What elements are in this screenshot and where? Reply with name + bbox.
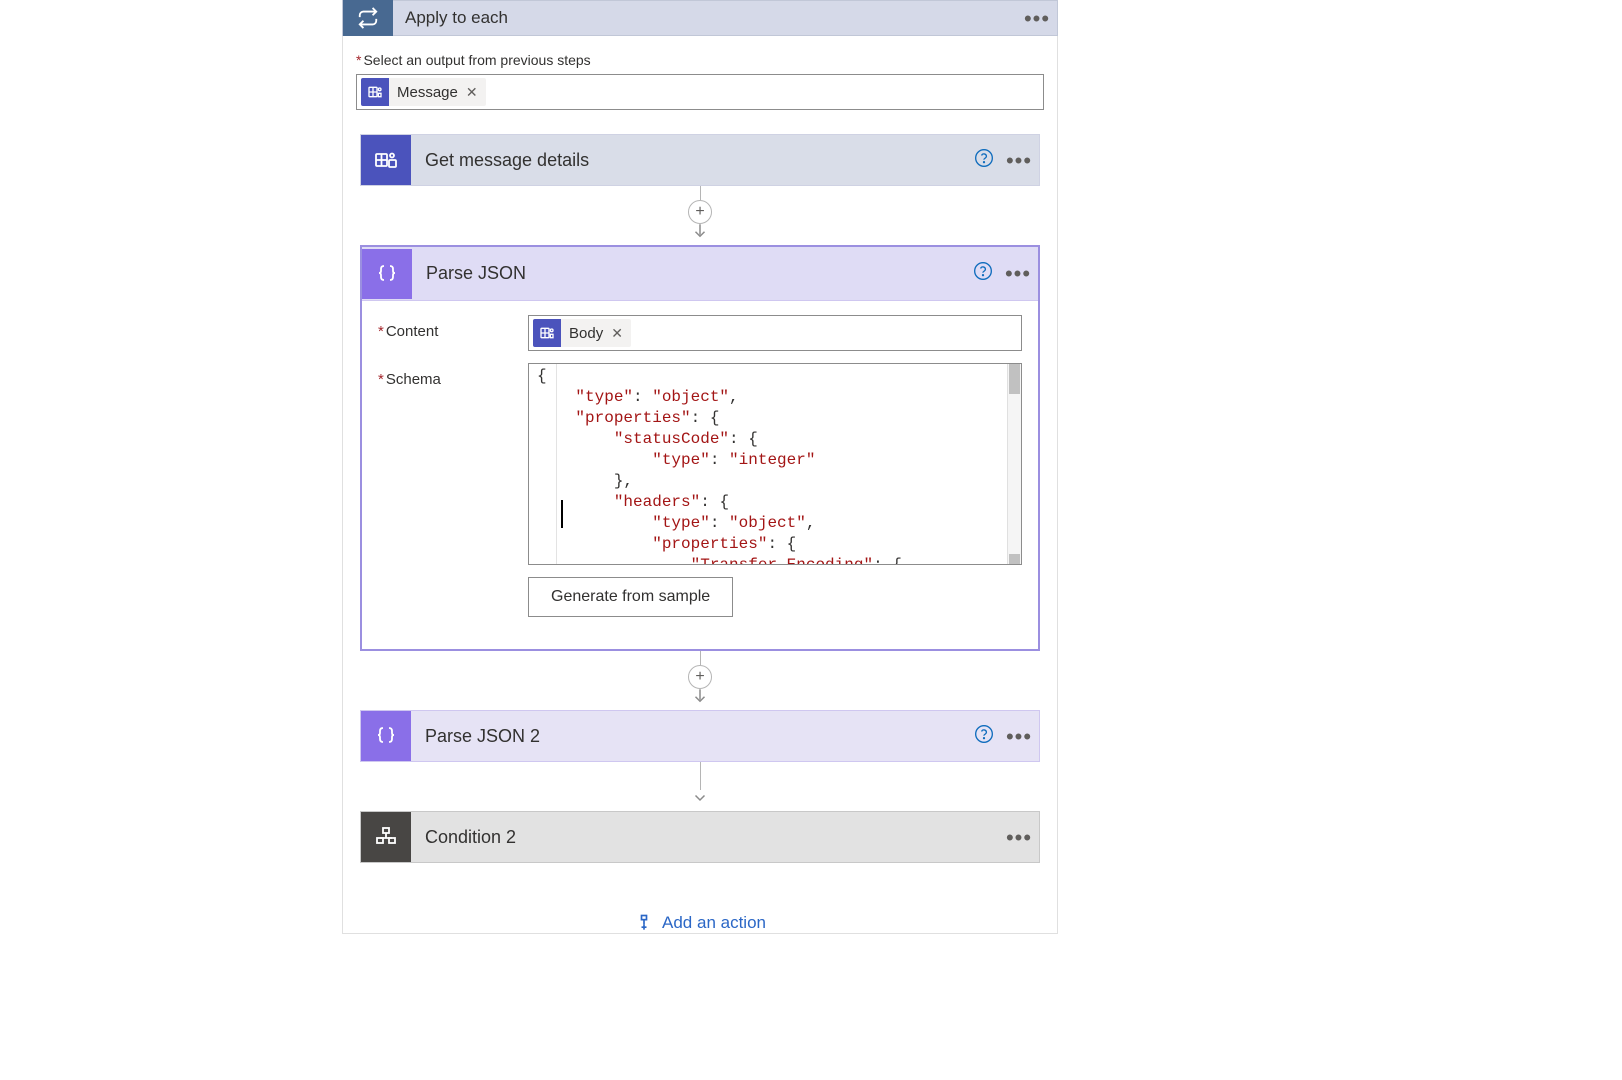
schema-textarea[interactable]: { "type": "object", "properties": { "sta… [528, 363, 1022, 565]
remove-token-icon[interactable]: ✕ [611, 326, 623, 340]
condition-icon [361, 812, 411, 862]
more-icon[interactable]: ••• [999, 155, 1039, 166]
insert-step-button[interactable]: + [688, 200, 712, 224]
arrow-down-icon [691, 788, 709, 811]
token-label: Message [397, 84, 458, 101]
message-token[interactable]: Message ✕ [361, 78, 486, 106]
action-title: Parse JSON [412, 263, 968, 284]
parse-json-card: Parse JSON ••• *Content [360, 245, 1040, 651]
select-output-input[interactable]: Message ✕ [356, 74, 1044, 110]
more-icon[interactable]: ••• [999, 731, 1039, 742]
help-icon[interactable] [969, 148, 999, 173]
body-token[interactable]: Body ✕ [533, 319, 631, 347]
content-label: *Content [378, 315, 528, 340]
remove-token-icon[interactable]: ✕ [466, 85, 478, 99]
help-icon[interactable] [969, 724, 999, 749]
content-input[interactable]: Body ✕ [528, 315, 1022, 351]
schema-code: { "type": "object", "properties": { "sta… [529, 366, 1007, 565]
condition-2-card[interactable]: Condition 2 ••• [360, 811, 1040, 863]
scrollbar[interactable] [1007, 364, 1021, 564]
get-message-details-card[interactable]: Get message details ••• [360, 134, 1040, 186]
action-title: Parse JSON 2 [411, 726, 969, 747]
connector: + [360, 651, 1040, 710]
apply-to-each-header[interactable]: Apply to each ••• [342, 0, 1058, 36]
connector: + [360, 186, 1040, 245]
token-label: Body [569, 325, 603, 342]
more-icon[interactable]: ••• [998, 268, 1038, 279]
arrow-down-icon [691, 687, 709, 710]
teams-icon [361, 135, 411, 185]
add-action-button[interactable]: Add an action [360, 913, 1040, 933]
loop-icon [343, 0, 393, 36]
action-title: Condition 2 [411, 827, 999, 848]
action-title: Get message details [411, 150, 969, 171]
arrow-down-icon [691, 222, 709, 245]
json-icon [361, 711, 411, 761]
parse-json-2-card[interactable]: Parse JSON 2 ••• [360, 710, 1040, 762]
schema-label: *Schema [378, 363, 528, 388]
more-icon[interactable]: ••• [1017, 13, 1057, 24]
scrollbar-thumb[interactable] [1009, 364, 1020, 394]
apply-to-each-title: Apply to each [393, 8, 1017, 28]
insert-step-button[interactable]: + [688, 665, 712, 689]
apply-to-each-body: *Select an output from previous steps Me… [342, 36, 1058, 934]
connector [360, 762, 1040, 811]
more-icon[interactable]: ••• [999, 832, 1039, 843]
teams-icon [361, 78, 389, 106]
add-action-label: Add an action [662, 913, 766, 933]
select-output-label: *Select an output from previous steps [356, 52, 1044, 68]
teams-icon [533, 319, 561, 347]
parse-json-header[interactable]: Parse JSON ••• [362, 247, 1038, 301]
generate-from-sample-button[interactable]: Generate from sample [528, 577, 733, 617]
json-icon [362, 249, 412, 299]
help-icon[interactable] [968, 261, 998, 286]
scrollbar-thumb[interactable] [1009, 554, 1020, 564]
